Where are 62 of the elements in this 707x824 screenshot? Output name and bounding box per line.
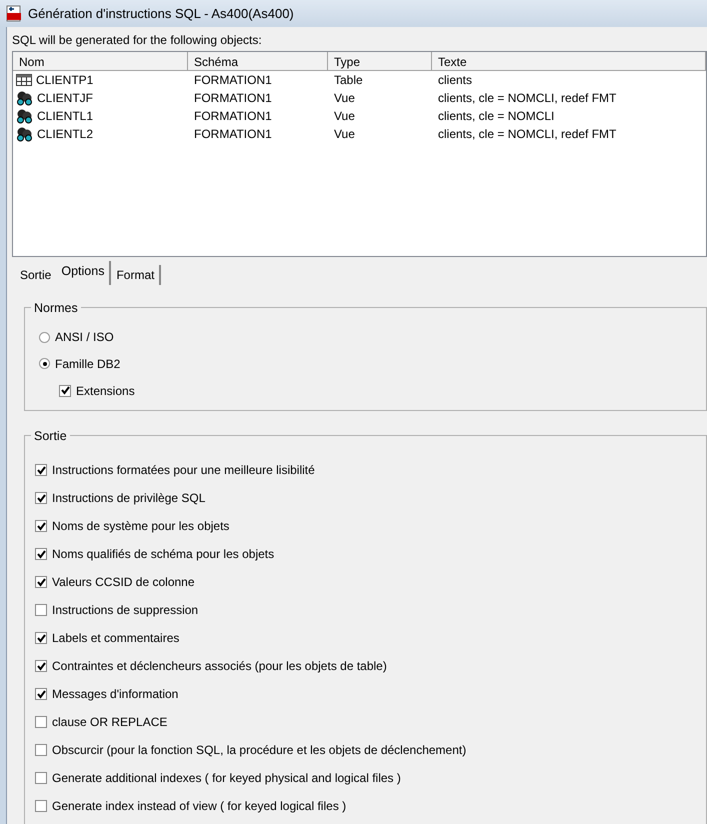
option-label: clause OR REPLACE (52, 714, 168, 731)
option-label: Instructions de suppression (52, 602, 198, 619)
checkbox[interactable] (59, 384, 71, 396)
checkbox[interactable] (35, 604, 47, 616)
tab[interactable]: Format (111, 265, 162, 285)
option-label: Instructions formatées pour une meilleure lisibilité (52, 462, 315, 479)
table-cell-text: clients, cle = NOMCLI (437, 108, 556, 125)
option-label: Contraintes et déclencheurs associés (pour les objets de table) (52, 658, 387, 675)
glasses-icon (16, 90, 33, 106)
option-label: Generate index instead of view ( for keyed logical files ) (52, 798, 346, 815)
table-cell-text: FORMATION1 (193, 72, 273, 89)
table-cell-text: FORMATION1 (193, 126, 273, 143)
table-icon (16, 74, 32, 86)
radio-button[interactable] (39, 358, 50, 369)
window-title: Génération d'instructions SQL - As400(As400) (28, 4, 294, 23)
checkbox[interactable] (35, 576, 47, 588)
option-label: Labels et commentaires (52, 630, 180, 647)
radio-button[interactable] (39, 332, 50, 342)
table-cell-text: Vue (333, 90, 356, 107)
table-cell-text: Table (333, 72, 364, 89)
checkbox[interactable] (35, 492, 47, 504)
option-label: Obscurcir (pour la fonction SQL, la procédure et les objets de déclenchement) (52, 742, 466, 759)
checkbox[interactable] (35, 632, 47, 644)
sql-file-icon (6, 5, 22, 22)
checkbox[interactable] (35, 520, 47, 532)
option-label: Valeurs CCSID de colonne (52, 574, 195, 591)
intro-text: SQL will be generated for the following objects: (12, 33, 262, 47)
table-cell-text: CLIENTJF (37, 90, 94, 107)
table-cell-text: clients, cle = NOMCLI, redef FMT (437, 126, 618, 143)
option-label: Instructions de privilège SQL (52, 490, 206, 507)
checkbox[interactable] (35, 660, 47, 672)
table-cell-text: FORMATION1 (193, 90, 273, 107)
column-header[interactable]: Texte (432, 52, 706, 71)
checkbox[interactable] (35, 688, 47, 700)
table-cell-text: CLIENTL1 (37, 108, 94, 125)
glasses-icon (16, 108, 33, 124)
checkbox[interactable] (35, 716, 47, 728)
tab[interactable]: Sortie (15, 265, 56, 285)
table-cell-text: CLIENTP1 (36, 72, 94, 89)
option-label: Generate additional indexes ( for keyed physical and logical files ) (52, 770, 401, 787)
checkbox[interactable] (35, 772, 47, 784)
option-label: Famille DB2 (55, 356, 120, 372)
table-cell-text: Vue (333, 108, 356, 125)
table-cell-text: clients, cle = NOMCLI, redef FMT (437, 90, 618, 107)
checkbox[interactable] (35, 800, 47, 812)
column-header[interactable]: Type (328, 52, 432, 71)
checkbox[interactable] (35, 548, 47, 560)
checkbox[interactable] (35, 744, 47, 756)
option-label: Messages d'information (52, 686, 178, 703)
option-label: Noms qualifiés de schéma pour les objets (52, 546, 274, 563)
option-label: Noms de système pour les objets (52, 518, 230, 535)
table-cell-text: clients (437, 72, 474, 89)
option-label: ANSI / ISO (55, 329, 114, 346)
checkbox[interactable] (35, 464, 47, 476)
option-label: Extensions (76, 382, 135, 400)
table-cell-text: CLIENTL2 (37, 126, 94, 143)
table-cell-text: Vue (333, 126, 356, 143)
tab[interactable]: Options (56, 261, 112, 285)
table-cell-text: FORMATION1 (193, 108, 273, 125)
glasses-icon (16, 126, 33, 142)
column-header[interactable]: Schéma (188, 52, 328, 71)
column-header[interactable]: Nom (13, 52, 188, 71)
